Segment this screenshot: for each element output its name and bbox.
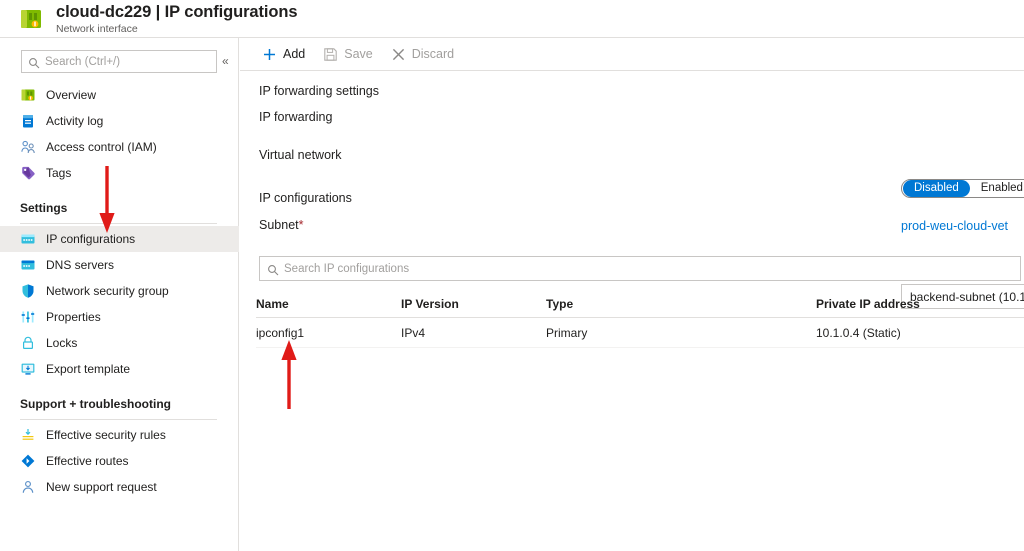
ip-search-placeholder-text: Search IP configurations xyxy=(284,263,409,275)
page-header: cloud-dc229 | IP configurations Network … xyxy=(0,0,1024,38)
column-header-name[interactable]: Name xyxy=(256,296,401,312)
subnet-label-text: Subnet xyxy=(259,218,299,232)
effective-security-rules-icon xyxy=(20,427,36,443)
sidebar-item-label: New support request xyxy=(46,479,157,495)
sidebar-item-label: Locks xyxy=(46,335,77,351)
dns-servers-icon xyxy=(20,257,36,273)
sidebar-item-effective-routes[interactable]: Effective routes xyxy=(0,448,239,474)
ip-forwarding-toggle[interactable]: Disabled Enabled xyxy=(901,179,1024,198)
required-marker: * xyxy=(299,218,304,232)
network-interface-icon xyxy=(20,87,36,103)
divider xyxy=(20,419,217,420)
sidebar-group-settings: Settings xyxy=(0,186,239,220)
sidebar-item-label: IP configurations xyxy=(46,231,135,247)
sidebar-item-label: Effective security rules xyxy=(46,427,166,443)
add-button[interactable]: Add xyxy=(262,46,305,62)
sidebar-group-support: Support + troubleshooting xyxy=(0,382,239,416)
divider xyxy=(20,223,217,224)
sidebar-item-effective-security-rules[interactable]: Effective security rules xyxy=(0,422,239,448)
command-bar: Add Save Discard xyxy=(240,38,1024,71)
header-text-block: cloud-dc229 | IP configurations Network … xyxy=(56,2,297,36)
activity-log-icon xyxy=(20,113,36,129)
sidebar-item-label: Network security group xyxy=(46,283,169,299)
chevron-double-left-icon[interactable]: « xyxy=(222,53,229,69)
search-placeholder-text: Search (Ctrl+/) xyxy=(45,56,120,68)
sidebar-item-activity-log[interactable]: Activity log xyxy=(0,108,239,134)
table-header-row: Name IP Version Type Private IP address xyxy=(256,290,1024,318)
ip-configurations-table: Name IP Version Type Private IP address … xyxy=(256,290,1024,348)
save-button[interactable]: Save xyxy=(323,46,373,62)
sidebar: Search (Ctrl+/) « Overview xyxy=(0,38,239,551)
sidebar-item-ip-configurations[interactable]: IP configurations xyxy=(0,226,239,252)
sidebar-item-new-support-request[interactable]: New support request xyxy=(0,474,239,500)
subnet-label: Subnet* xyxy=(259,217,304,233)
sidebar-item-label: DNS servers xyxy=(46,257,114,273)
properties-icon xyxy=(20,309,36,325)
sidebar-group-label: Settings xyxy=(20,201,67,215)
sidebar-item-label: Effective routes xyxy=(46,453,129,469)
toggle-option-enabled[interactable]: Enabled xyxy=(970,180,1024,197)
sidebar-item-label: Access control (IAM) xyxy=(46,139,157,155)
column-header-private-ip[interactable]: Private IP address xyxy=(816,296,1016,312)
shield-icon xyxy=(20,283,36,299)
sidebar-item-properties[interactable]: Properties xyxy=(0,304,239,330)
sidebar-item-tags[interactable]: Tags xyxy=(0,160,239,186)
virtual-network-link[interactable]: prod-weu-cloud-vet xyxy=(901,218,1008,234)
sidebar-item-label: Activity log xyxy=(46,113,103,129)
main-content: IP forwarding settings IP forwarding Dis… xyxy=(240,72,1024,551)
support-request-icon xyxy=(20,479,36,495)
cell-ip-version: IPv4 xyxy=(401,325,546,341)
discard-button[interactable]: Discard xyxy=(391,46,454,62)
discard-button-label: Discard xyxy=(412,46,454,62)
plus-icon xyxy=(262,47,277,62)
page-title: cloud-dc229 | IP configurations xyxy=(56,2,297,22)
ip-configurations-section-title: IP configurations xyxy=(259,190,352,206)
ip-forwarding-section-title: IP forwarding settings xyxy=(259,83,379,99)
ip-forwarding-label: IP forwarding xyxy=(259,109,332,125)
sidebar-item-overview[interactable]: Overview xyxy=(0,82,239,108)
sidebar-item-label: Properties xyxy=(46,309,101,325)
ip-configurations-search-input[interactable]: Search IP configurations xyxy=(259,256,1021,281)
sidebar-item-export-template[interactable]: Export template xyxy=(0,356,239,382)
ip-configurations-icon xyxy=(20,231,36,247)
export-template-icon xyxy=(20,361,36,377)
tag-icon xyxy=(20,165,36,181)
network-interface-icon xyxy=(18,6,44,32)
column-header-type[interactable]: Type xyxy=(546,296,816,312)
add-button-label: Add xyxy=(283,46,305,62)
table-row[interactable]: ipconfig1 IPv4 Primary 10.1.0.4 (Static) xyxy=(256,318,1024,348)
toggle-option-disabled[interactable]: Disabled xyxy=(903,180,970,197)
sidebar-nav: Overview Activity log xyxy=(0,82,239,500)
close-x-icon xyxy=(391,47,406,62)
sidebar-item-dns-servers[interactable]: DNS servers xyxy=(0,252,239,278)
sidebar-item-label: Export template xyxy=(46,361,130,377)
save-button-label: Save xyxy=(344,46,373,62)
search-icon xyxy=(28,56,40,68)
sidebar-item-locks[interactable]: Locks xyxy=(0,330,239,356)
effective-routes-icon xyxy=(20,453,36,469)
lock-icon xyxy=(20,335,36,351)
cell-name[interactable]: ipconfig1 xyxy=(256,325,401,341)
sidebar-item-access-control[interactable]: Access control (IAM) xyxy=(0,134,239,160)
sidebar-item-network-security-group[interactable]: Network security group xyxy=(0,278,239,304)
access-control-icon xyxy=(20,139,36,155)
search-input[interactable]: Search (Ctrl+/) xyxy=(21,50,217,73)
sidebar-search-row: Search (Ctrl+/) « xyxy=(0,50,239,74)
page-subtitle: Network interface xyxy=(56,23,297,36)
search-icon xyxy=(267,263,279,275)
sidebar-group-label: Support + troubleshooting xyxy=(20,397,171,411)
sidebar-item-label: Overview xyxy=(46,87,96,103)
sidebar-item-label: Tags xyxy=(46,165,71,181)
virtual-network-label: Virtual network xyxy=(259,147,341,163)
save-disk-icon xyxy=(323,47,338,62)
cell-private-ip: 10.1.0.4 (Static) xyxy=(816,325,1016,341)
column-header-ip-version[interactable]: IP Version xyxy=(401,296,546,312)
cell-type: Primary xyxy=(546,325,816,341)
